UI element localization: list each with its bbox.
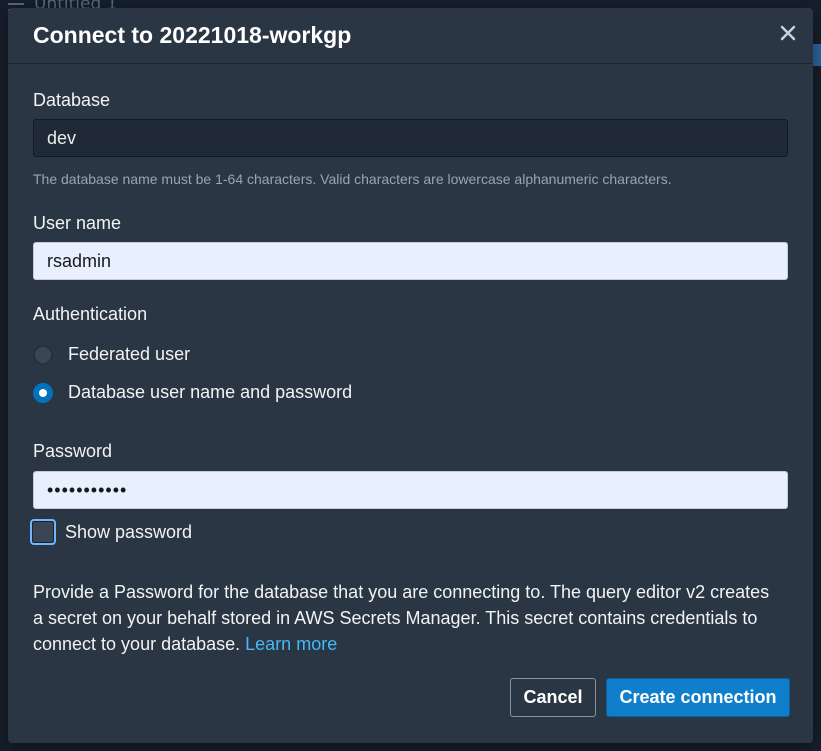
radio-database-user-password-label: Database user name and password: [68, 382, 353, 402]
connect-dialog: Connect to 20221018-workgp Database The …: [8, 8, 813, 743]
database-hint: The database name must be 1-64 character…: [33, 171, 672, 187]
username-input[interactable]: [33, 242, 788, 280]
close-icon: [780, 25, 796, 41]
authentication-label: Authentication: [33, 304, 148, 324]
show-password-toggle[interactable]: Show password: [30, 519, 192, 545]
dialog-title: Connect to 20221018-workgp: [33, 22, 352, 48]
dialog-header: Connect to 20221018-workgp: [8, 8, 813, 64]
close-button[interactable]: [777, 22, 799, 44]
database-label: Database: [33, 90, 111, 110]
password-input[interactable]: [33, 471, 788, 509]
radio-database-user-password[interactable]: Database user name and password: [33, 382, 352, 403]
create-connection-button[interactable]: Create connection: [606, 678, 790, 717]
database-input[interactable]: [33, 119, 788, 157]
learn-more-link[interactable]: Learn more: [245, 634, 337, 654]
radio-federated-user-control[interactable]: [33, 344, 53, 365]
password-label: Password: [33, 441, 113, 461]
username-label: User name: [33, 213, 122, 233]
show-password-label: Show password: [65, 521, 193, 542]
radio-database-user-password-control[interactable]: [33, 382, 53, 403]
password-description-text: Provide a Password for the database that…: [33, 582, 770, 654]
radio-federated-user-label: Federated user: [68, 344, 191, 364]
radio-federated-user[interactable]: Federated user: [33, 344, 190, 365]
show-password-checkbox[interactable]: [30, 519, 56, 545]
password-description: Provide a Password for the database that…: [33, 579, 783, 657]
cancel-button[interactable]: Cancel: [510, 678, 596, 717]
